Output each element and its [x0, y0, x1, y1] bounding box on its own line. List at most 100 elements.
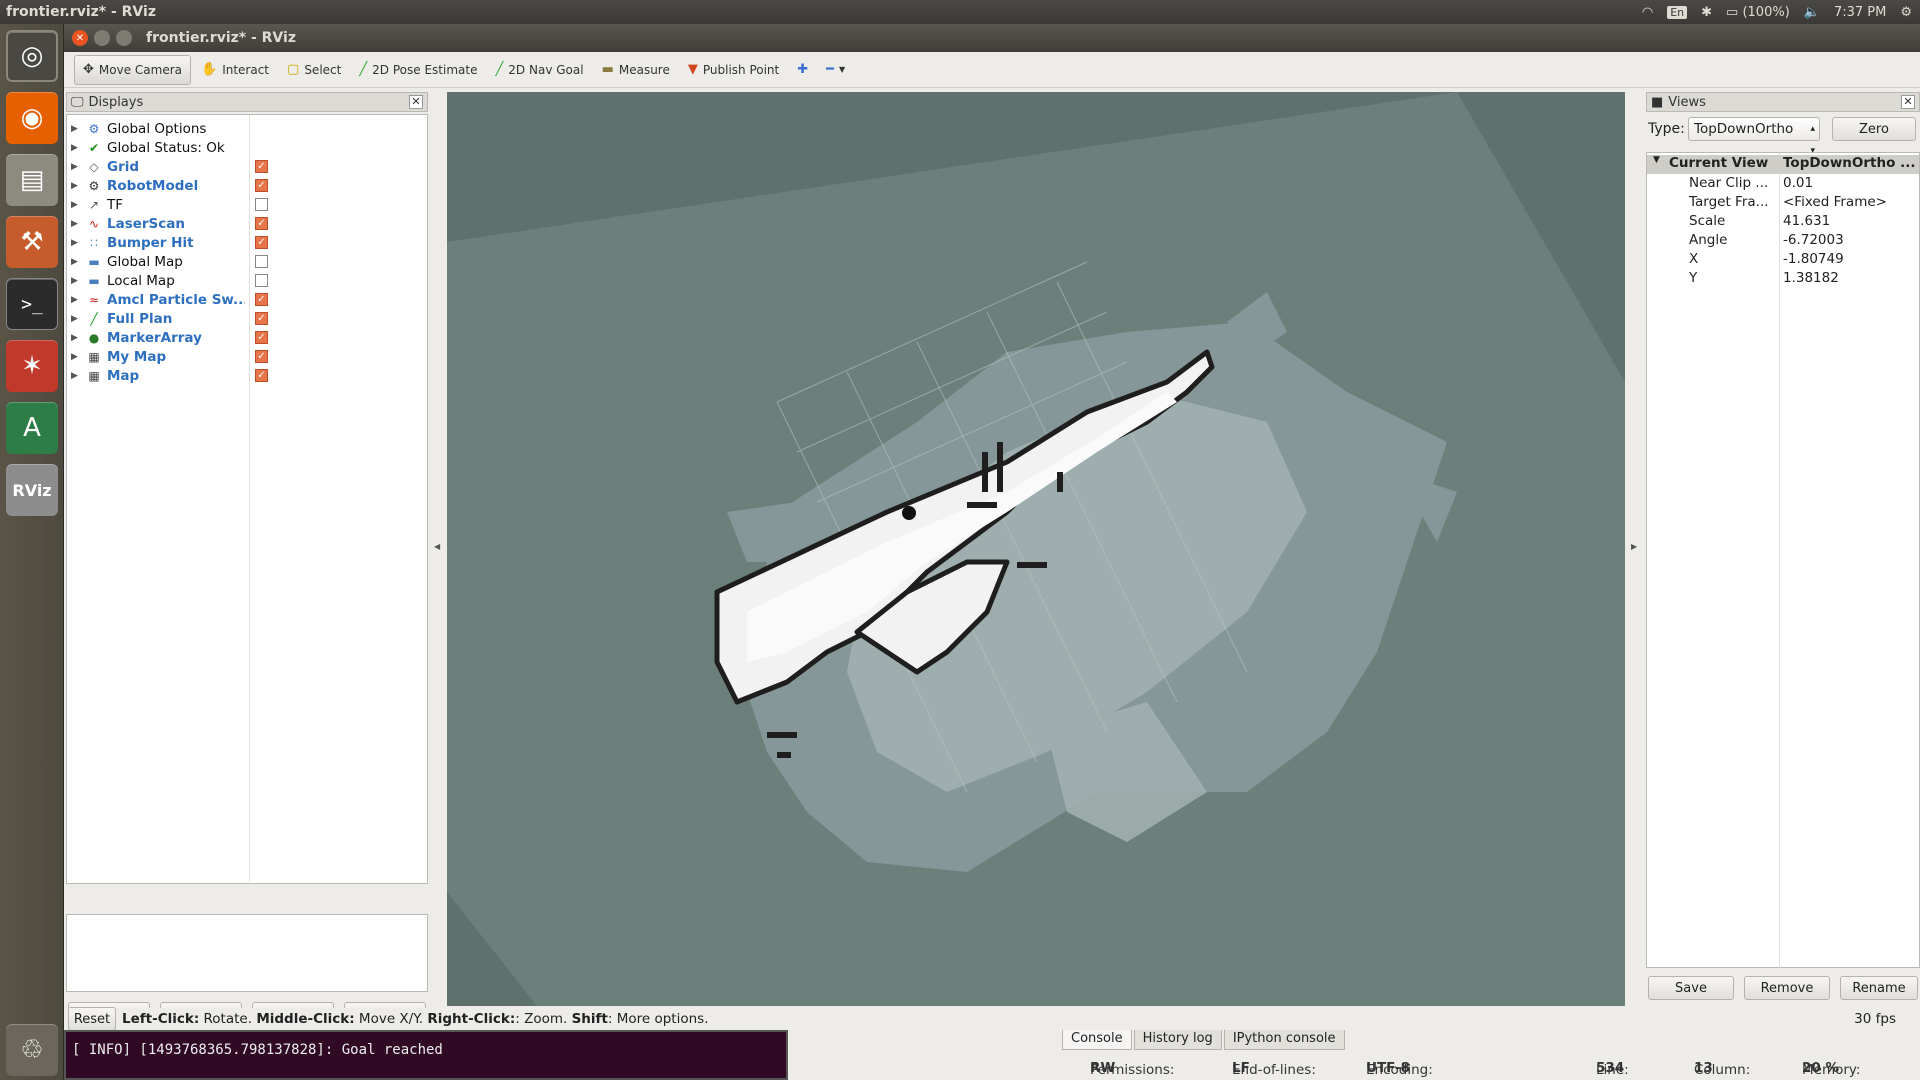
expand-arrow-icon[interactable]: ▶: [71, 238, 85, 248]
software-center-icon[interactable]: A: [6, 402, 58, 454]
view-property-row[interactable]: Angle -6.72003: [1647, 232, 1919, 251]
display-item[interactable]: ▶ ✔ Global Status: Ok: [67, 138, 427, 157]
expand-arrow-icon[interactable]: ▶: [71, 333, 85, 343]
expand-arrow-icon[interactable]: ▶: [71, 314, 85, 324]
display-enabled-checkbox[interactable]: ✓: [255, 160, 268, 173]
display-enabled-checkbox[interactable]: [255, 255, 268, 268]
expand-arrow-icon[interactable]: ▶: [71, 219, 85, 229]
tool-2d-nav-goal[interactable]: ╱ 2D Nav Goal: [487, 55, 591, 85]
expand-arrow-icon[interactable]: ▶: [71, 295, 85, 305]
display-enabled-checkbox[interactable]: [255, 198, 268, 211]
display-enabled-checkbox[interactable]: ✓: [255, 179, 268, 192]
firefox-icon[interactable]: ◉: [6, 92, 58, 144]
expand-arrow-icon[interactable]: ▼: [1653, 155, 1660, 165]
left-splitter[interactable]: ◀: [428, 92, 447, 1006]
tab-ipython-console[interactable]: IPython console: [1223, 1030, 1345, 1050]
tab-history-log[interactable]: History log: [1133, 1030, 1222, 1050]
expand-arrow-icon[interactable]: ▶: [71, 181, 85, 191]
view-type-select[interactable]: TopDownOrtho ▴ ▾: [1688, 117, 1820, 156]
tool-publish-point[interactable]: ▼ Publish Point: [680, 55, 787, 85]
display-item[interactable]: ▶ ▬ Global Map: [67, 252, 427, 271]
display-enabled-checkbox[interactable]: ✓: [255, 217, 268, 230]
current-view-row[interactable]: ▼ Current View TopDownOrtho ...: [1647, 155, 1919, 174]
display-item[interactable]: ▶ ⚙ Global Options: [67, 119, 427, 138]
remove-view-button[interactable]: Remove: [1744, 976, 1830, 1000]
rviz-icon[interactable]: RViz: [6, 464, 58, 516]
display-item[interactable]: ▶ ↗ TF: [67, 195, 427, 214]
display-item[interactable]: ▶ ● MarkerArray ✓: [67, 328, 427, 347]
terminal-window[interactable]: [ INFO] [1493768365.798137828]: Goal rea…: [64, 1030, 788, 1080]
tool-measure[interactable]: ▬ Measure: [594, 55, 678, 85]
right-splitter[interactable]: ▶: [1625, 92, 1644, 1006]
display-enabled-checkbox[interactable]: ✓: [255, 236, 268, 249]
property-value[interactable]: 1.38182: [1783, 270, 1919, 286]
zero-button[interactable]: Zero: [1832, 117, 1916, 141]
view-property-row[interactable]: Scale 41.631: [1647, 213, 1919, 232]
hint-key: Right-Click:: [427, 1011, 516, 1027]
tool-move-camera[interactable]: ✥ Move Camera: [74, 54, 191, 85]
property-value[interactable]: <Fixed Frame>: [1783, 194, 1919, 210]
display-item[interactable]: ▶ ∷ Bumper Hit ✓: [67, 233, 427, 252]
expand-arrow-icon[interactable]: ▶: [71, 162, 85, 172]
expand-arrow-icon[interactable]: ▶: [71, 200, 85, 210]
display-enabled-checkbox[interactable]: [255, 274, 268, 287]
expand-arrow-icon[interactable]: ▶: [71, 352, 85, 362]
collapse-left-icon[interactable]: ◀: [434, 542, 440, 551]
display-enabled-checkbox[interactable]: ✓: [255, 369, 268, 382]
maximize-icon[interactable]: [116, 30, 132, 46]
view-property-row[interactable]: Y 1.38182: [1647, 270, 1919, 289]
close-icon[interactable]: ✕: [409, 95, 423, 109]
display-item[interactable]: ▶ ∿ LaserScan ✓: [67, 214, 427, 233]
settings-gear-icon[interactable]: ⚙: [1900, 5, 1912, 20]
clock[interactable]: 7:37 PM: [1834, 5, 1886, 20]
minimize-icon[interactable]: [94, 30, 110, 46]
bluetooth-icon[interactable]: ✱: [1701, 5, 1712, 20]
close-icon[interactable]: ✕: [72, 30, 88, 46]
remove-tool-button[interactable]: ━ ▼: [818, 55, 853, 85]
display-item[interactable]: ▶ ▦ Map ✓: [67, 366, 427, 385]
display-item[interactable]: ▶ ≈ Amcl Particle Sw... ✓: [67, 290, 427, 309]
display-enabled-checkbox[interactable]: ✓: [255, 350, 268, 363]
files-icon[interactable]: ▤: [6, 154, 58, 206]
expand-arrow-icon[interactable]: ▶: [71, 143, 85, 153]
property-value[interactable]: -1.80749: [1783, 251, 1919, 267]
tab-console[interactable]: Console: [1062, 1030, 1132, 1050]
tool-interact[interactable]: ✋ Interact: [193, 55, 277, 85]
expand-arrow-icon[interactable]: ▶: [71, 371, 85, 381]
view-property-row[interactable]: X -1.80749: [1647, 251, 1919, 270]
volume-icon[interactable]: 🔈: [1804, 5, 1820, 20]
property-value[interactable]: 41.631: [1783, 213, 1919, 229]
keyboard-language[interactable]: En: [1667, 5, 1688, 19]
display-enabled-checkbox[interactable]: ✓: [255, 293, 268, 306]
tool-select[interactable]: ▢ Select: [279, 55, 349, 85]
close-icon[interactable]: ✕: [1901, 95, 1915, 109]
display-item[interactable]: ▶ ⚙ RobotModel ✓: [67, 176, 427, 195]
ubuntu-dash-icon[interactable]: ◎: [6, 30, 58, 82]
render-viewport[interactable]: [447, 92, 1625, 1006]
system-settings-icon[interactable]: ⚒: [6, 216, 58, 268]
display-enabled-checkbox[interactable]: ✓: [255, 312, 268, 325]
trash-icon[interactable]: ♲: [6, 1024, 58, 1076]
wifi-icon[interactable]: ◠: [1642, 5, 1653, 20]
tool-2d-pose-estimate[interactable]: ╱ 2D Pose Estimate: [351, 55, 485, 85]
display-item[interactable]: ▶ ◇ Grid ✓: [67, 157, 427, 176]
expand-arrow-icon[interactable]: ▶: [71, 257, 85, 267]
web-icon[interactable]: ✶: [6, 340, 58, 392]
display-item[interactable]: ▶ ▦ My Map ✓: [67, 347, 427, 366]
property-value[interactable]: 0.01: [1783, 175, 1919, 191]
expand-arrow-icon[interactable]: ▶: [71, 276, 85, 286]
display-item[interactable]: ▶ ╱ Full Plan ✓: [67, 309, 427, 328]
add-tool-button[interactable]: ✚: [789, 55, 816, 85]
rename-view-button[interactable]: Rename: [1840, 976, 1918, 1000]
terminal-icon[interactable]: >_: [6, 278, 58, 330]
reset-button[interactable]: Reset: [68, 1007, 116, 1031]
save-view-button[interactable]: Save: [1648, 976, 1734, 1000]
property-value[interactable]: -6.72003: [1783, 232, 1919, 248]
collapse-right-icon[interactable]: ▶: [1631, 542, 1637, 551]
display-item[interactable]: ▶ ▬ Local Map: [67, 271, 427, 290]
view-property-row[interactable]: Near Clip ... 0.01: [1647, 175, 1919, 194]
view-property-row[interactable]: Target Fra... <Fixed Frame>: [1647, 194, 1919, 213]
expand-arrow-icon[interactable]: ▶: [71, 124, 85, 134]
battery-indicator[interactable]: ▭ (100%): [1726, 5, 1790, 20]
display-enabled-checkbox[interactable]: ✓: [255, 331, 268, 344]
